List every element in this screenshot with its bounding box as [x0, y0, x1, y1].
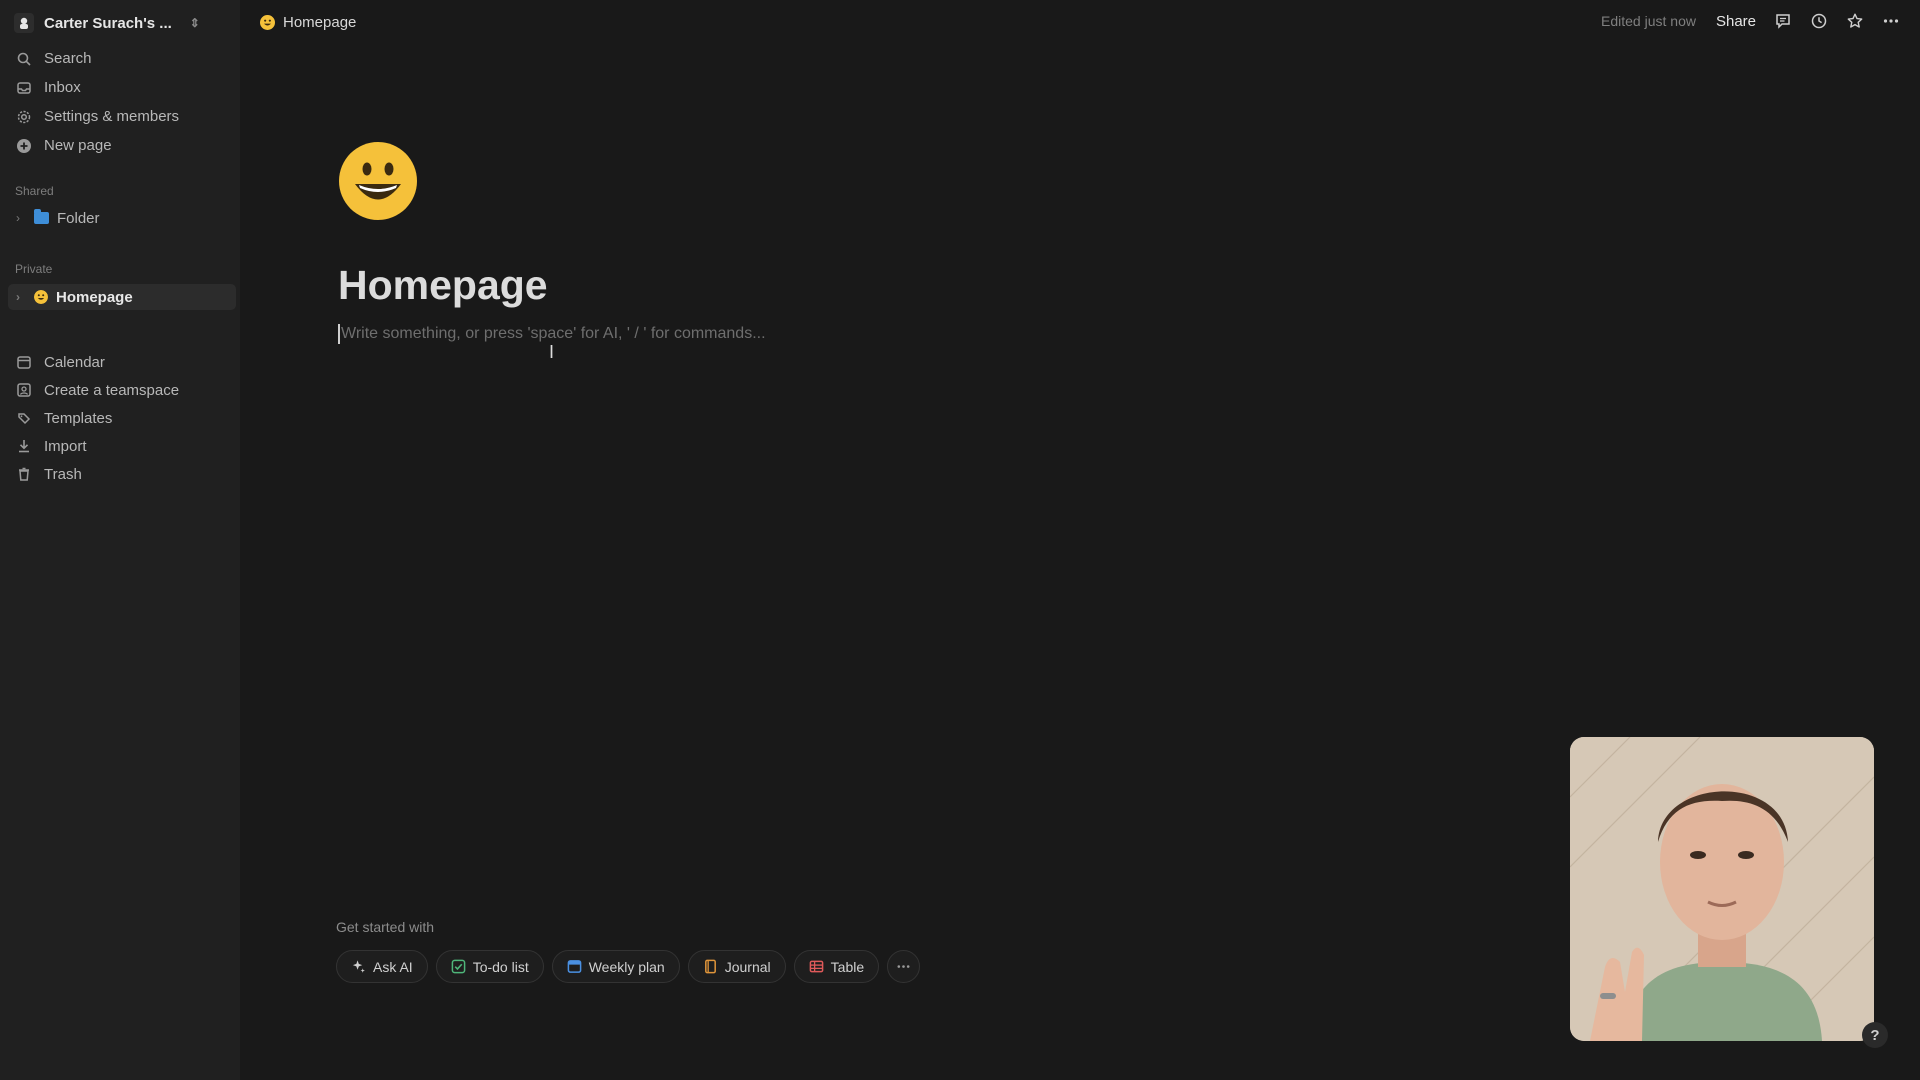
trash-icon	[19, 467, 29, 481]
calendar-icon	[567, 960, 582, 973]
table-button[interactable]: Table	[793, 950, 880, 983]
import-icon	[19, 440, 29, 453]
chip-label: Weekly plan	[588, 958, 665, 975]
workspace-switcher[interactable]: Carter Surach's ... ⇕	[14, 12, 200, 34]
chevron-right-icon[interactable]: ›	[16, 211, 26, 225]
inbox-icon	[17, 81, 31, 94]
sidebar-item-new-page[interactable]: New page	[14, 131, 234, 160]
sidebar-bottom-nav: Calendar Create a teamspace Templates Im…	[14, 348, 234, 488]
history-clock-icon[interactable]	[1810, 12, 1828, 30]
sidebar-item-label: Search	[44, 50, 92, 67]
chip-label: To-do list	[472, 958, 529, 975]
text-cursor-icon: I	[549, 342, 555, 362]
sidebar-item-label: Homepage	[56, 288, 133, 306]
sidebar-item-label: Folder	[57, 209, 100, 227]
sidebar-item-label: Create a teamspace	[44, 381, 180, 399]
sidebar-item-label: Inbox	[44, 79, 81, 96]
workspace-name: Carter Surach's ...	[44, 14, 172, 32]
page-body-editor[interactable]: Write something, or press 'space' for AI…	[338, 324, 766, 344]
sidebar-item-settings[interactable]: Settings & members	[14, 102, 234, 131]
private-section-label: Private	[15, 262, 53, 276]
breadcrumb-page-title: Homepage	[283, 13, 357, 31]
sidebar-item-folder[interactable]: › Folder	[8, 205, 236, 231]
sidebar-nav: Search Inbox Settings & members New page	[14, 44, 234, 160]
smiley-icon	[260, 14, 275, 30]
chevron-right-icon[interactable]: ›	[16, 290, 26, 304]
topbar-actions: Edited just now Share	[1601, 8, 1900, 34]
sidebar-item-search[interactable]: Search	[14, 44, 234, 73]
sidebar-item-label: Trash	[44, 465, 82, 483]
presenter-video-image	[1570, 737, 1874, 1041]
table-icon	[809, 960, 823, 973]
page-title[interactable]: Homepage	[338, 262, 548, 309]
ask-ai-button[interactable]: Ask AI	[336, 950, 428, 983]
sidebar-item-import[interactable]: Import	[14, 432, 234, 460]
sidebar-item-label: Settings & members	[44, 108, 180, 125]
sidebar-item-calendar[interactable]: Calendar	[14, 348, 234, 376]
chip-label: Table	[830, 958, 865, 975]
chevron-updown-icon[interactable]: ⇕	[190, 16, 200, 30]
search-icon	[17, 52, 31, 66]
more-options-icon[interactable]	[1882, 12, 1900, 30]
get-started-chips: Ask AI To-do list Weekly plan Journal Ta…	[336, 950, 921, 983]
sidebar-item-trash[interactable]: Trash	[14, 460, 234, 488]
comments-icon[interactable]	[1774, 12, 1792, 30]
more-templates-button[interactable]	[887, 950, 921, 983]
sidebar: Carter Surach's ... ⇕ Search Inbox Setti…	[0, 0, 240, 1080]
book-icon	[704, 959, 716, 974]
chip-label: Ask AI	[373, 958, 413, 975]
gear-icon	[17, 110, 31, 123]
edited-status: Edited just now	[1601, 13, 1696, 29]
weekly-plan-button[interactable]: Weekly plan	[551, 950, 680, 983]
breadcrumb[interactable]: Homepage	[260, 12, 356, 32]
calendar-icon	[17, 356, 31, 369]
todo-list-button[interactable]: To-do list	[435, 950, 544, 983]
sidebar-item-label: Import	[44, 437, 87, 455]
smiley-icon	[34, 290, 48, 304]
star-icon[interactable]	[1846, 12, 1864, 30]
shared-section-label: Shared	[15, 184, 54, 198]
journal-button[interactable]: Journal	[687, 950, 786, 983]
plus-circle-icon	[17, 138, 31, 153]
sidebar-item-label: Templates	[44, 409, 113, 427]
folder-icon	[34, 209, 49, 224]
page-emoji-icon[interactable]	[338, 141, 418, 221]
help-button[interactable]: ?	[1862, 1022, 1888, 1048]
sidebar-item-homepage[interactable]: › Homepage	[8, 284, 236, 310]
share-button[interactable]: Share	[1716, 13, 1756, 30]
teamspace-icon	[17, 383, 31, 397]
sidebar-item-create-teamspace[interactable]: Create a teamspace	[14, 376, 234, 404]
sidebar-item-label: Calendar	[44, 353, 105, 371]
checkbox-icon	[451, 959, 466, 974]
webcam-overlay	[1570, 737, 1874, 1041]
workspace-avatar-icon	[14, 13, 34, 33]
sidebar-item-label: New page	[44, 137, 112, 154]
sparkle-icon	[352, 960, 365, 973]
sidebar-item-templates[interactable]: Templates	[14, 404, 234, 432]
get-started-label: Get started with	[336, 919, 435, 935]
templates-icon	[18, 413, 31, 425]
chip-label: Journal	[724, 958, 771, 975]
sidebar-item-inbox[interactable]: Inbox	[14, 73, 234, 102]
more-options-icon	[897, 965, 910, 968]
